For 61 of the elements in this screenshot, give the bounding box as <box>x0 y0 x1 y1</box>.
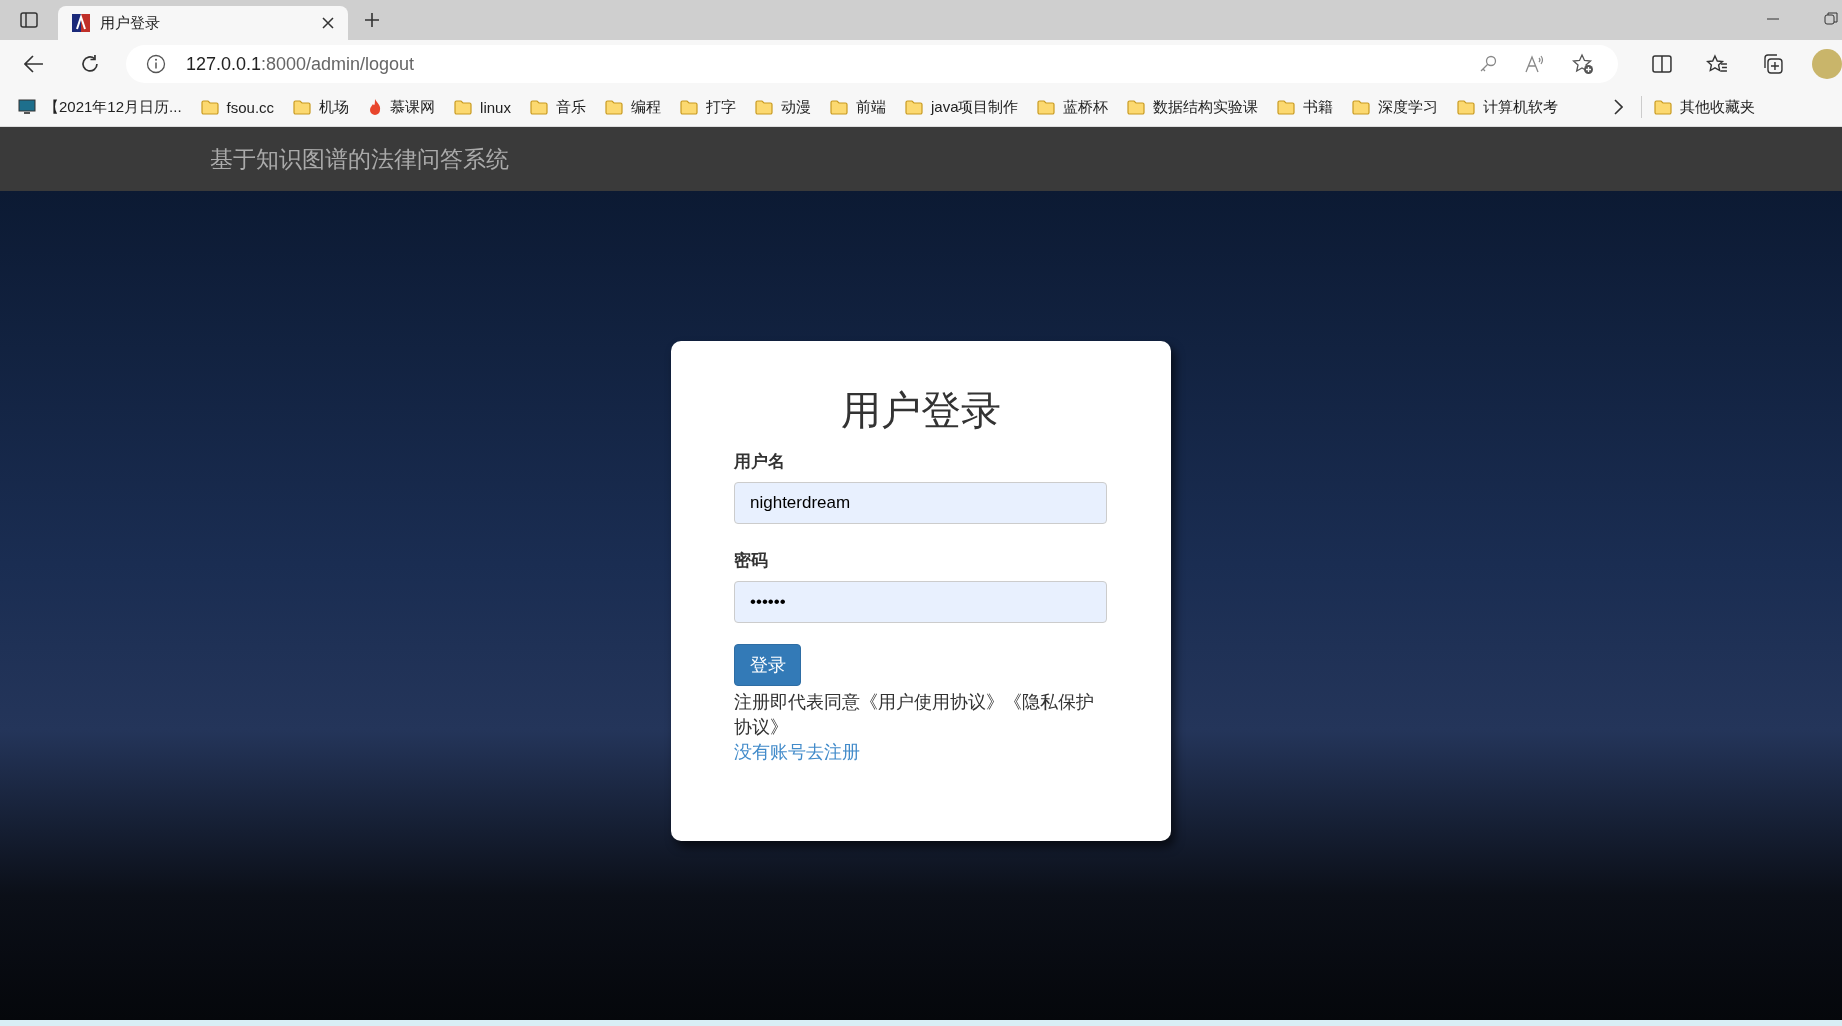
address-bar[interactable]: 127.0.0.1:8000/admin/logout <box>125 45 1619 83</box>
bookmark-item[interactable]: 音乐 <box>529 97 586 117</box>
bookmark-item[interactable]: 蓝桥杯 <box>1037 97 1109 117</box>
agreement-text: 注册即代表同意《用户使用协议》《隐私保护协议》 <box>734 691 1095 739</box>
bookmark-item[interactable]: java项目制作 <box>904 97 1019 117</box>
add-favorite-icon[interactable] <box>1572 53 1595 75</box>
register-link[interactable]: 没有账号去注册 <box>734 740 860 765</box>
bookmark-item[interactable]: 机场 <box>293 97 350 117</box>
bookmark-item[interactable]: 前端 <box>829 97 886 117</box>
folder-icon <box>829 99 848 115</box>
chevron-right-icon[interactable] <box>1613 99 1624 115</box>
bookmark-item[interactable]: 计算机软考 <box>1457 97 1559 117</box>
bookmark-item[interactable]: 深度学习 <box>1352 97 1439 117</box>
folder-icon <box>454 99 473 115</box>
folder-icon <box>1654 99 1673 115</box>
login-title: 用户登录 <box>840 387 1001 434</box>
folder-icon <box>529 99 548 115</box>
bookmark-item[interactable]: 【2021年12月日历... <box>18 97 182 117</box>
new-tab-icon[interactable] <box>364 12 380 28</box>
sidebar-toggle-icon[interactable] <box>20 12 38 28</box>
folder-icon <box>293 99 312 115</box>
folder-icon <box>904 99 923 115</box>
field-label: 用户名 <box>734 451 785 473</box>
browser-tab[interactable]: 用户登录 <box>58 6 348 40</box>
bookmark-item[interactable]: 动漫 <box>754 97 811 117</box>
folder-icon <box>1127 99 1146 115</box>
login-button[interactable]: 登录 <box>734 644 801 686</box>
folder-icon <box>754 99 773 115</box>
bookmark-item[interactable]: 慕课网 <box>368 97 436 117</box>
folder-icon <box>1277 99 1296 115</box>
bookmark-item[interactable]: 编程 <box>604 97 661 117</box>
favorites-icon[interactable] <box>1706 54 1729 74</box>
folder-icon <box>679 99 698 115</box>
split-screen-icon[interactable] <box>1652 55 1673 73</box>
restore-icon[interactable] <box>1824 12 1838 26</box>
flame-icon <box>368 98 383 116</box>
bookmark-item[interactable]: 打字 <box>679 97 736 117</box>
site-title[interactable]: 基于知识图谱的法律问答系统 <box>210 143 509 175</box>
folder-icon <box>604 99 623 115</box>
input-field[interactable]: nighterdream <box>734 482 1107 524</box>
bookmark-item[interactable]: linux <box>454 98 511 116</box>
back-icon[interactable] <box>24 55 44 73</box>
collections-icon[interactable] <box>1762 53 1785 75</box>
favicon-icon <box>72 14 90 32</box>
tab-title: 用户登录 <box>100 13 161 33</box>
folder-icon <box>1457 99 1476 115</box>
url-text: 127.0.0.1:8000/admin/logout <box>185 53 415 75</box>
folder-icon <box>1352 99 1371 115</box>
bookmark-item[interactable]: 其他收藏夹 <box>1654 97 1756 117</box>
folder-icon <box>1037 99 1056 115</box>
monitor-icon <box>18 99 36 115</box>
key-icon[interactable] <box>1478 54 1499 74</box>
reload-icon[interactable] <box>79 54 100 74</box>
field-label: 密码 <box>734 550 768 572</box>
close-icon[interactable] <box>322 17 334 29</box>
folder-icon <box>200 99 219 115</box>
info-icon[interactable] <box>145 54 166 74</box>
bookmark-item[interactable]: 数据结构实验课 <box>1127 97 1259 117</box>
bookmark-item[interactable]: fsou.cc <box>200 98 275 116</box>
input-field[interactable]: •••••• <box>734 581 1107 623</box>
bookmark-item[interactable]: 书籍 <box>1277 97 1334 117</box>
